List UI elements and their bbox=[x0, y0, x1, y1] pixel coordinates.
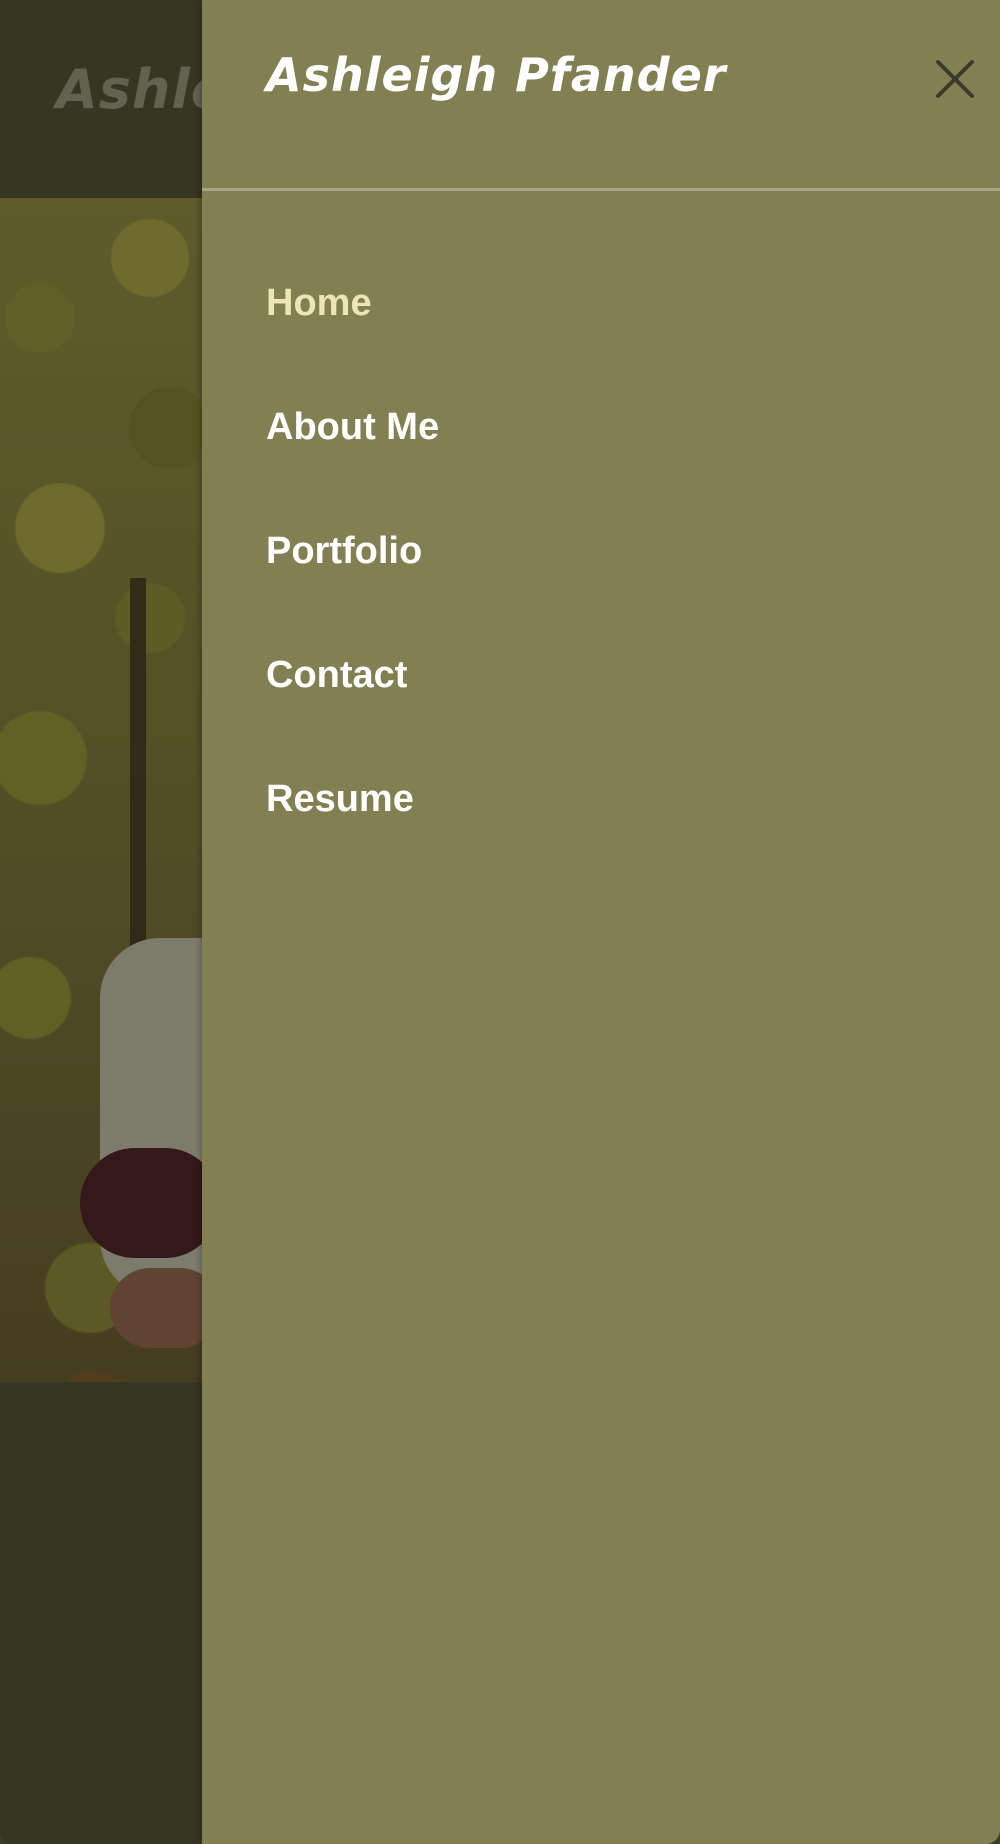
nav-item-portfolio[interactable]: Portfolio bbox=[266, 526, 439, 650]
nav-item-about-me[interactable]: About Me bbox=[266, 402, 439, 526]
drawer-header: Ashleigh Pfander bbox=[202, 0, 1000, 191]
nav-item-contact[interactable]: Contact bbox=[266, 650, 439, 774]
nav-drawer: Ashleigh Pfander Home About Me Portfolio… bbox=[202, 0, 1000, 1844]
drawer-nav: Home About Me Portfolio Contact Resume bbox=[266, 278, 439, 898]
nav-item-home[interactable]: Home bbox=[266, 278, 439, 402]
drawer-title[interactable]: Ashleigh Pfander bbox=[266, 48, 726, 102]
close-button[interactable] bbox=[934, 58, 976, 100]
viewport: Ashleigh Pfander Ashleigh Pfander Home A… bbox=[0, 0, 1000, 1844]
nav-item-resume[interactable]: Resume bbox=[266, 774, 439, 898]
close-icon bbox=[936, 60, 974, 98]
